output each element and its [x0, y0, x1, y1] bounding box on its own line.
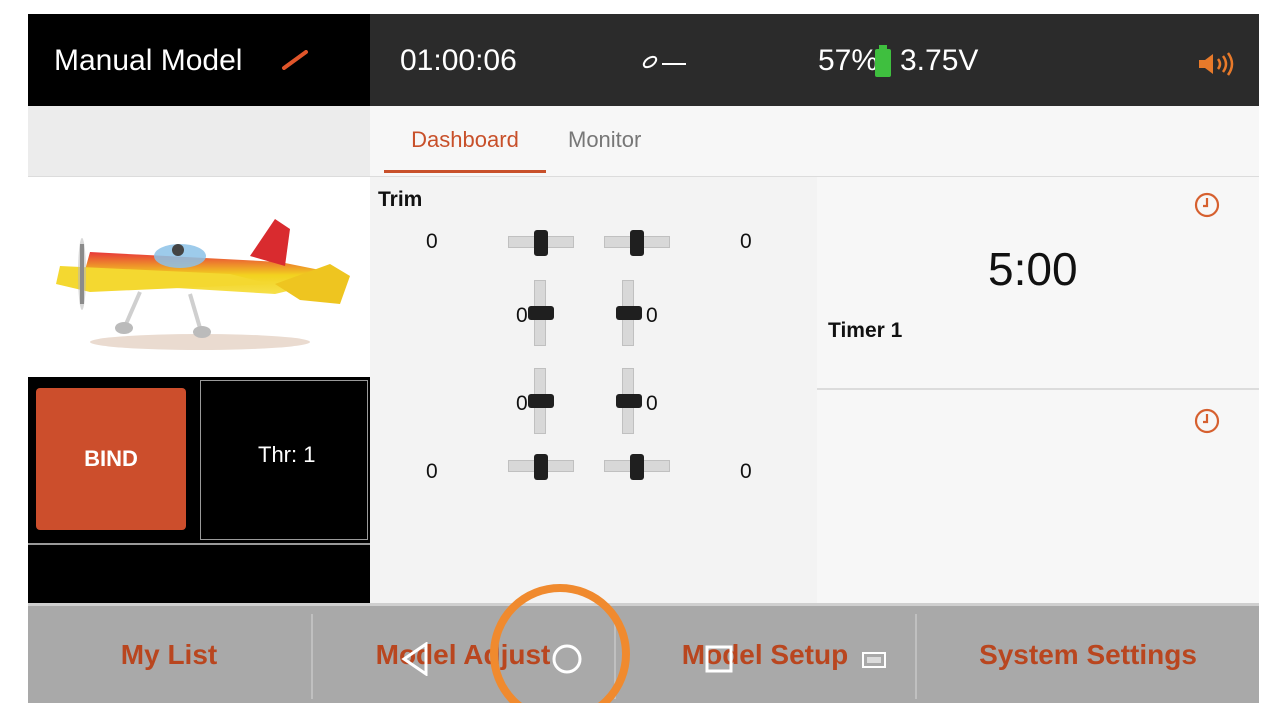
system-timer: 01:00:06: [400, 44, 517, 77]
back-icon[interactable]: [400, 642, 430, 676]
trim-knob[interactable]: [534, 230, 548, 256]
tab-bar-left-blank: [28, 106, 370, 176]
trim-knob[interactable]: [616, 394, 642, 408]
clock-icon[interactable]: [1194, 192, 1220, 218]
left-divider: [28, 543, 370, 545]
trim-value-top-left: 0: [426, 230, 438, 253]
tab-monitor[interactable]: Monitor: [568, 120, 641, 170]
screenshot-icon[interactable]: [862, 652, 886, 668]
trim-value-top-right: 0: [740, 230, 752, 253]
nav-my-list[interactable]: My List: [28, 606, 310, 703]
trim-slider-top-left[interactable]: [508, 230, 574, 256]
trim-slider-lower-mid-left[interactable]: [528, 368, 554, 434]
trim-knob[interactable]: [616, 306, 642, 320]
trim-knob[interactable]: [534, 454, 548, 480]
airplane-image: [56, 219, 350, 350]
pencil-icon[interactable]: [280, 50, 310, 70]
trim-value-bottom-left: 0: [426, 460, 438, 483]
battery-percent: 57%: [818, 44, 879, 77]
trim-value-upper-mid-left: 0: [516, 304, 528, 327]
trim-title: Trim: [378, 188, 423, 211]
battery-icon: [875, 45, 891, 77]
telemetry-link-icon: [642, 55, 686, 69]
trim-knob[interactable]: [630, 230, 644, 256]
tab-dashboard[interactable]: Dashboard: [384, 120, 546, 173]
nav-system-settings[interactable]: System Settings: [917, 606, 1259, 703]
speaker-icon[interactable]: [1195, 51, 1237, 77]
trim-slider-upper-mid-right[interactable]: [616, 280, 642, 346]
battery-voltage: 3.75V: [900, 44, 979, 77]
trim-value-lower-mid-left: 0: [516, 392, 528, 415]
trim-knob[interactable]: [528, 306, 554, 320]
trim-value-bottom-right: 0: [740, 460, 752, 483]
trim-slider-upper-mid-left[interactable]: [528, 280, 554, 346]
bind-button[interactable]: BIND: [36, 388, 186, 530]
model-name[interactable]: Manual Model: [54, 44, 242, 78]
timer1-label: Timer 1: [828, 319, 903, 342]
throttle-label: Thr: 1: [258, 442, 316, 467]
recent-apps-icon[interactable]: [704, 644, 734, 674]
timer-panel: [817, 177, 1259, 603]
timer1-value[interactable]: 5:00: [988, 242, 1078, 296]
trim-knob[interactable]: [528, 394, 554, 408]
trim-knob[interactable]: [630, 454, 644, 480]
trim-slider-bottom-left[interactable]: [508, 454, 574, 480]
trim-slider-bottom-right[interactable]: [604, 454, 670, 480]
radio-screen: Manual Model 01:00:06 57% 3.75V Dashboar…: [28, 14, 1259, 703]
trim-slider-lower-mid-right[interactable]: [616, 368, 642, 434]
timer-divider: [817, 388, 1259, 390]
trim-slider-top-right[interactable]: [604, 230, 670, 256]
trim-value-upper-mid-right: 0: [646, 304, 658, 327]
trim-value-lower-mid-right: 0: [646, 392, 658, 415]
clock-icon[interactable]: [1194, 408, 1220, 434]
